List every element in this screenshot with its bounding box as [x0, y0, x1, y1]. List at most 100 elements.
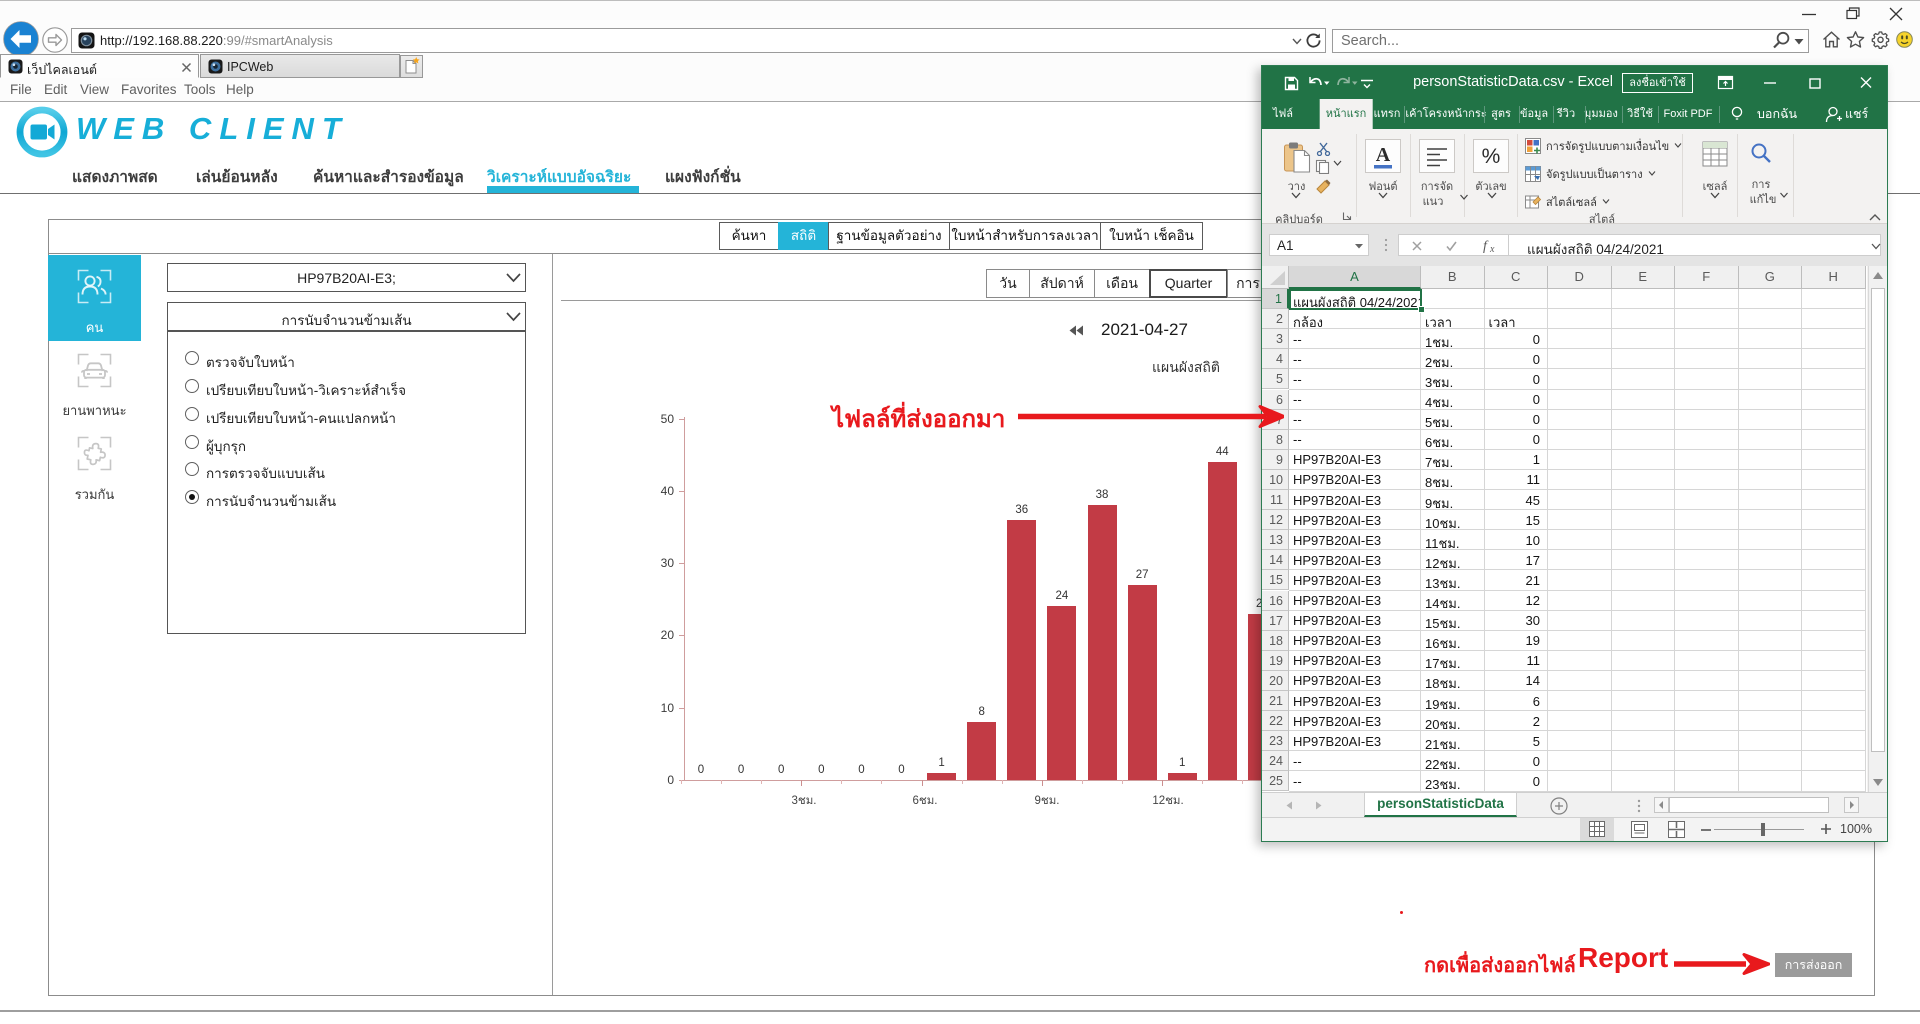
formula-enter-icon[interactable]: [1445, 240, 1458, 252]
ie-close-button[interactable]: [1887, 6, 1905, 21]
cell[interactable]: 0: [1489, 392, 1541, 407]
column-header[interactable]: E: [1612, 266, 1676, 289]
feedback-smiley-icon[interactable]: [1896, 31, 1913, 48]
cell[interactable]: 15: [1489, 513, 1541, 528]
hscroll-thumb[interactable]: [1669, 797, 1829, 813]
column-header[interactable]: C: [1485, 266, 1549, 289]
view-page-break-button[interactable]: [1668, 821, 1685, 838]
row-header[interactable]: 11: [1262, 490, 1289, 510]
save-icon[interactable]: [1284, 76, 1299, 91]
tab-close-icon[interactable]: [181, 62, 192, 73]
period-tab[interactable]: สัปดาห์: [1029, 269, 1095, 298]
row-header[interactable]: 10: [1262, 470, 1289, 490]
row-header[interactable]: 9: [1262, 450, 1289, 470]
share-label[interactable]: แชร์: [1845, 99, 1885, 129]
excel-close-icon[interactable]: [1859, 76, 1873, 89]
row-header[interactable]: 1: [1262, 289, 1289, 309]
zoom-slider-track[interactable]: [1714, 829, 1804, 830]
ie-minimize-button[interactable]: [1800, 7, 1818, 21]
new-tab-button[interactable]: [400, 55, 423, 79]
alignment-group-label2[interactable]: แนว: [1408, 192, 1458, 210]
back-button[interactable]: [3, 21, 39, 57]
zoom-in-icon[interactable]: [1820, 823, 1832, 835]
ribbon-tab[interactable]: ไฟล์: [1267, 99, 1299, 129]
row-header[interactable]: 12: [1262, 510, 1289, 530]
settings-gear-icon[interactable]: [1871, 30, 1890, 49]
excel-minimize-icon[interactable]: [1762, 81, 1778, 85]
row-header[interactable]: 8: [1262, 430, 1289, 450]
signin-button[interactable]: ลงชื่อเข้าใช้: [1622, 73, 1693, 93]
cell[interactable]: 0: [1489, 332, 1541, 347]
sidebar-item-combined[interactable]: รวมกัน: [48, 436, 141, 502]
insert-function-icon[interactable]: fx: [1481, 236, 1501, 254]
alignment-button[interactable]: [1419, 139, 1455, 173]
forward-button[interactable]: [42, 27, 68, 53]
row-header[interactable]: 20: [1262, 671, 1289, 691]
style-row-label[interactable]: จัดรูปแบบเป็นตาราง: [1546, 165, 1643, 183]
column-header[interactable]: F: [1675, 266, 1739, 289]
row-header[interactable]: 25: [1262, 771, 1289, 791]
home-icon[interactable]: [1822, 30, 1841, 49]
cell[interactable]: แผนผังสถิติ 04/24/2021: [1293, 292, 1493, 313]
cell-styles-icon[interactable]: [1525, 194, 1541, 210]
zoom-out-icon[interactable]: [1700, 826, 1712, 834]
column-header[interactable]: D: [1548, 266, 1612, 289]
sheet-prev-icon[interactable]: [1284, 800, 1294, 811]
cell[interactable]: 6: [1489, 694, 1541, 709]
column-header[interactable]: A: [1289, 266, 1421, 289]
cell[interactable]: 0: [1489, 372, 1541, 387]
sidebar-item-vehicle[interactable]: ยานพาหนะ: [48, 352, 141, 418]
cell[interactable]: 1: [1489, 452, 1541, 467]
copy-icon[interactable]: [1315, 159, 1330, 174]
style-row[interactable]: การจัดรูปแบบตามเงื่อนไข: [1525, 137, 1683, 155]
mode-select[interactable]: การนับจำนวนข้ามเส้น: [167, 302, 526, 331]
editing-dropdown-icon[interactable]: [1778, 191, 1790, 200]
row-header[interactable]: 21: [1262, 691, 1289, 711]
previous-date-icon[interactable]: [1068, 324, 1084, 337]
number-dropdown-icon[interactable]: [1485, 191, 1499, 200]
formula-expand-icon[interactable]: [1870, 242, 1882, 251]
cell[interactable]: 17: [1489, 553, 1541, 568]
format-as-table-icon[interactable]: [1525, 166, 1541, 182]
cell[interactable]: เวลา: [1489, 312, 1689, 333]
sheet-tab[interactable]: personStatisticData: [1364, 793, 1517, 817]
cells-dropdown-icon[interactable]: [1708, 191, 1722, 200]
column-header[interactable]: H: [1802, 266, 1866, 289]
period-tab[interactable]: วัน: [986, 269, 1030, 298]
content-tab[interactable]: ฐานข้อมูลตัวอย่าง: [828, 222, 950, 250]
name-box[interactable]: A1: [1269, 234, 1369, 256]
style-row-label[interactable]: การจัดรูปแบบตามเงื่อนไข: [1546, 137, 1669, 155]
menu-file[interactable]: File: [10, 82, 32, 97]
row-header[interactable]: 17: [1262, 611, 1289, 631]
undo-icon[interactable]: [1306, 74, 1330, 92]
menu-tools[interactable]: Tools: [184, 82, 216, 97]
style-row[interactable]: จัดรูปแบบเป็นตาราง: [1525, 165, 1657, 183]
ribbon-tab[interactable]: เค้าโครงหน้ากระ: [1399, 99, 1492, 129]
style-row[interactable]: สไตล์เซลล์: [1525, 193, 1611, 211]
scroll-down-icon[interactable]: [1872, 776, 1884, 788]
cell[interactable]: 21: [1489, 573, 1541, 588]
row-header[interactable]: 24: [1262, 751, 1289, 771]
tellme-bulb-icon[interactable]: [1730, 106, 1744, 124]
search-icon[interactable]: [1772, 31, 1790, 49]
zoom-slider-thumb[interactable]: [1761, 823, 1765, 836]
style-row-dropdown-icon[interactable]: [1647, 170, 1657, 178]
browser-tab[interactable]: เว็ปไคลเอนต์: [0, 54, 199, 78]
scroll-thumb[interactable]: [1871, 288, 1885, 752]
style-row-dropdown-icon[interactable]: [1673, 142, 1683, 150]
menu-help[interactable]: Help: [226, 82, 254, 97]
row-header[interactable]: 18: [1262, 631, 1289, 651]
column-header[interactable]: G: [1739, 266, 1803, 289]
ribbon-tab[interactable]: รีวิว: [1551, 99, 1581, 129]
tellme-label[interactable]: บอกฉัน: [1757, 99, 1817, 129]
cell[interactable]: 12: [1489, 593, 1541, 608]
period-tab[interactable]: เดือน: [1094, 269, 1150, 298]
new-sheet-icon[interactable]: [1550, 797, 1568, 815]
cell[interactable]: 0: [1489, 754, 1541, 769]
cell[interactable]: 0: [1489, 352, 1541, 367]
cell[interactable]: 5: [1489, 734, 1541, 749]
ribbon-tab[interactable]: สูตร: [1485, 99, 1517, 129]
cell[interactable]: 0: [1489, 412, 1541, 427]
cell[interactable]: 45: [1489, 493, 1541, 508]
scroll-up-icon[interactable]: [1872, 270, 1884, 282]
